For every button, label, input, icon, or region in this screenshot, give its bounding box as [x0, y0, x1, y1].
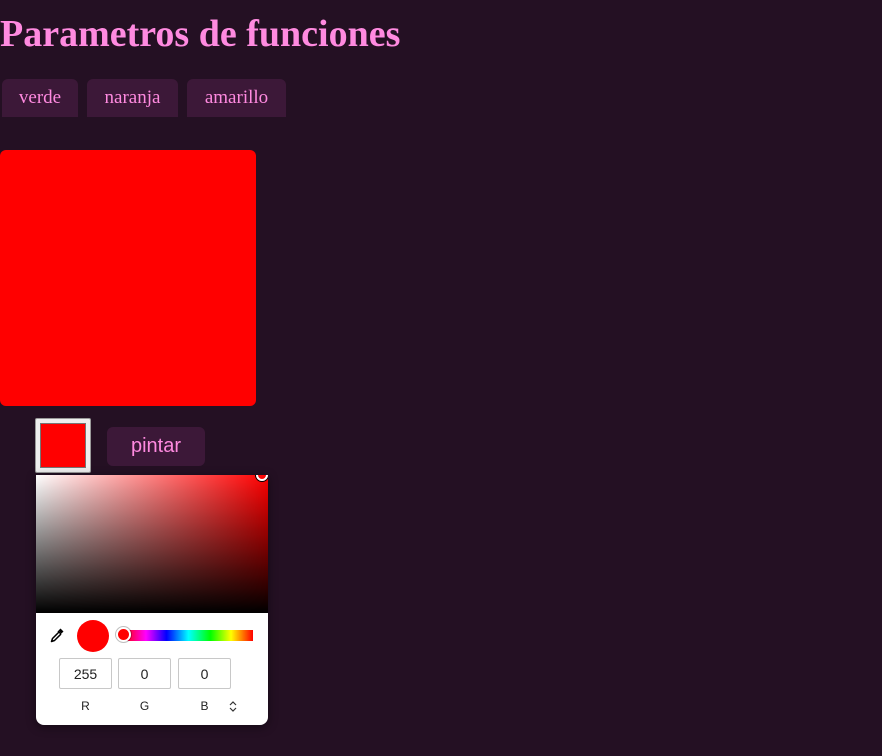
- blue-label: B: [200, 699, 209, 713]
- blue-input[interactable]: [178, 658, 231, 689]
- color-input[interactable]: [35, 418, 91, 473]
- red-input[interactable]: [59, 658, 112, 689]
- up-down-chevron-icon[interactable]: [226, 699, 240, 713]
- red-label: R: [81, 699, 90, 713]
- green-label: G: [139, 699, 150, 713]
- naranja-button[interactable]: naranja: [87, 79, 178, 117]
- page-title: Parametros de funciones: [0, 13, 401, 55]
- hue-slider-thumb[interactable]: [116, 627, 131, 642]
- color-input-swatch: [40, 423, 86, 468]
- paint-canvas: [0, 150, 256, 406]
- green-input[interactable]: [118, 658, 171, 689]
- hue-slider[interactable]: [124, 630, 253, 641]
- sv-black-layer: [36, 475, 268, 613]
- eyedropper-icon[interactable]: [48, 626, 66, 644]
- color-preview: [77, 620, 109, 652]
- saturation-value-area[interactable]: [36, 475, 268, 613]
- amarillo-button[interactable]: amarillo: [187, 79, 286, 117]
- verde-button[interactable]: verde: [2, 79, 78, 117]
- color-picker-popup: R G B: [36, 475, 268, 725]
- paint-button[interactable]: pintar: [107, 427, 205, 466]
